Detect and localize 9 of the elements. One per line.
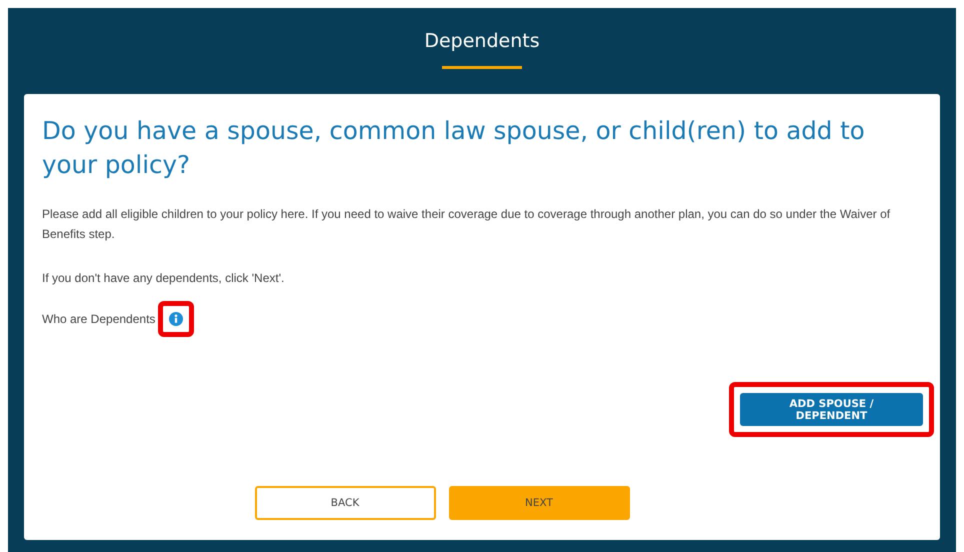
add-dependent-button[interactable]: ADD SPOUSE / DEPENDENT (740, 393, 923, 426)
back-button[interactable]: BACK (254, 486, 436, 520)
info-icon[interactable] (169, 312, 184, 326)
question-heading: Do you have a spouse, common law spouse, or child(ren) to add to your policy? (42, 115, 866, 181)
next-button[interactable]: NEXT (448, 486, 630, 520)
page-title: Dependents (424, 30, 540, 52)
instruction-text: If you don't have any dependents, click 'Next'. (42, 270, 286, 287)
instruction-text: Please add all eligible children to your policy here. If you need to waive their coverage due to coverage through another plan, you can do so under the Waiver of Benefits step. (42, 206, 892, 243)
info-label: Who are Dependents (42, 312, 156, 326)
